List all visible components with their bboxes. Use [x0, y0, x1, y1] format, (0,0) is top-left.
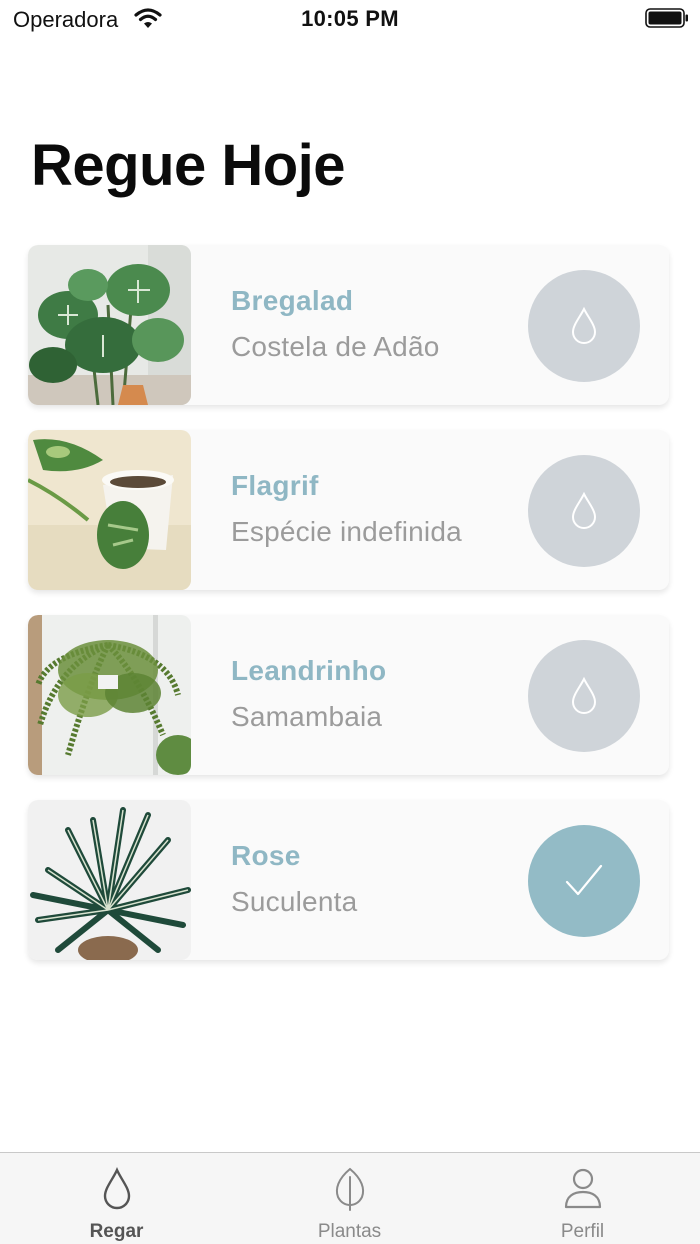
plant-photo	[28, 800, 191, 960]
water-button[interactable]	[528, 270, 640, 382]
watered-button[interactable]	[528, 825, 640, 937]
plant-name: Bregalad	[231, 285, 354, 316]
pothos-photo	[28, 430, 191, 590]
plant-name: Leandrinho	[231, 655, 387, 686]
tab-perfil[interactable]: Perfil	[466, 1153, 699, 1244]
plant-species: Costela de Adão	[231, 331, 440, 362]
plant-card[interactable]: Rose Suculenta	[28, 800, 669, 960]
plant-photo	[28, 430, 191, 590]
succulent-photo	[28, 800, 191, 960]
plant-list: Bregalad Costela de Adão Flagrif Espécie…	[28, 245, 669, 985]
tab-bar: Regar Plantas Perfil	[0, 1152, 700, 1244]
water-drop-icon	[571, 676, 597, 714]
water-drop-icon	[571, 306, 597, 344]
water-button[interactable]	[528, 640, 640, 752]
page-title: Regue Hoje	[31, 133, 346, 198]
tab-label: Perfil	[560, 1221, 605, 1242]
tab-label: Plantas	[317, 1221, 382, 1242]
water-drop-icon	[103, 1167, 130, 1210]
tab-regar[interactable]: Regar	[0, 1153, 233, 1244]
plant-photo	[28, 615, 191, 775]
status-bar: Operadora 10:05 PM	[0, 0, 700, 40]
monstera-photo	[28, 245, 191, 405]
water-button[interactable]	[528, 455, 640, 567]
fern-photo	[28, 615, 191, 775]
leaf-icon	[335, 1167, 364, 1211]
water-drop-icon	[571, 491, 597, 529]
plant-species: Samambaia	[231, 701, 383, 732]
battery-icon	[645, 8, 688, 28]
person-icon	[564, 1168, 601, 1209]
plant-name: Flagrif	[231, 470, 319, 501]
water-today-screen: Operadora 10:05 PM Regue Hoje Bregalad C…	[0, 0, 700, 1244]
tab-plantas[interactable]: Plantas	[233, 1153, 466, 1244]
checkmark-icon	[565, 864, 603, 896]
plant-card[interactable]: Leandrinho Samambaia	[28, 615, 669, 775]
plant-name: Rose	[231, 840, 301, 871]
plant-card[interactable]: Flagrif Espécie indefinida	[28, 430, 669, 590]
plant-photo	[28, 245, 191, 405]
plant-species: Espécie indefinida	[231, 516, 462, 547]
plant-species: Suculenta	[231, 886, 358, 917]
tab-label: Regar	[89, 1221, 144, 1242]
status-time: 10:05 PM	[301, 6, 399, 31]
plant-card[interactable]: Bregalad Costela de Adão	[28, 245, 669, 405]
